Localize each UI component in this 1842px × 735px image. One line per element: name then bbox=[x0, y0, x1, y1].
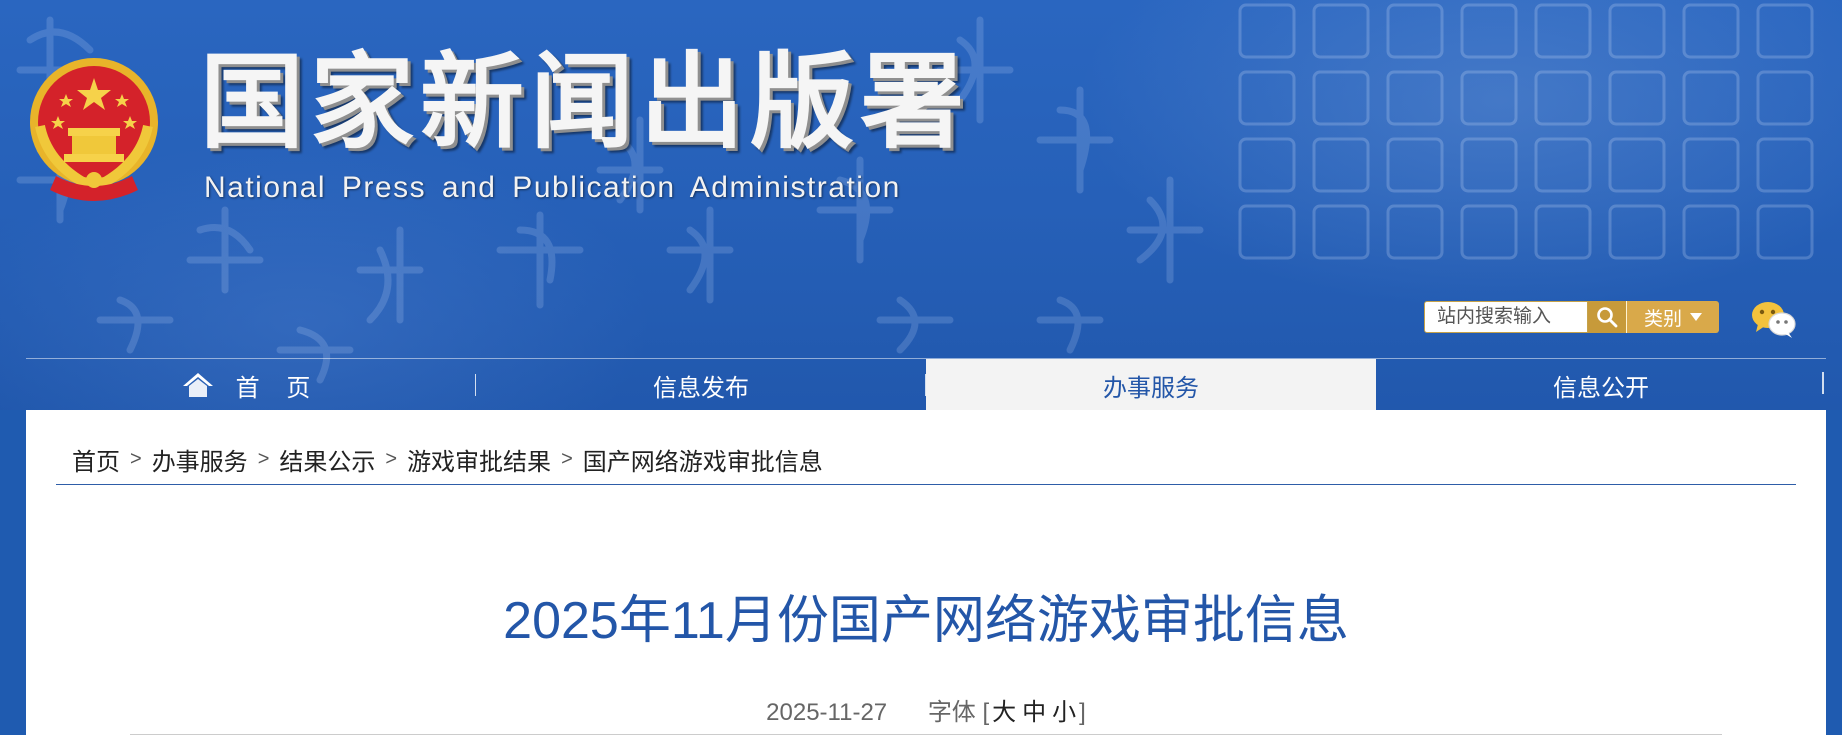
breadcrumb: 首页 > 办事服务 > 结果公示 > 游戏审批结果 > 国产网络游戏审批信息 bbox=[72, 442, 823, 477]
main-content: 首页 > 办事服务 > 结果公示 > 游戏审批结果 > 国产网络游戏审批信息 2… bbox=[26, 410, 1826, 735]
national-emblem-icon[interactable] bbox=[26, 56, 162, 202]
breadcrumb-separator: > bbox=[385, 448, 398, 470]
breadcrumb-home[interactable]: 首页 bbox=[72, 442, 120, 477]
category-dropdown[interactable]: 类别 bbox=[1626, 301, 1719, 333]
chevron-down-icon bbox=[1690, 313, 1702, 321]
breadcrumb-services[interactable]: 办事服务 bbox=[152, 442, 248, 477]
font-size-small-button[interactable]: 小 bbox=[1049, 699, 1079, 726]
breadcrumb-separator: > bbox=[257, 448, 270, 470]
nav-item-label: 首 页 bbox=[235, 374, 321, 402]
nav-item-home[interactable]: 首 页 bbox=[26, 359, 476, 411]
nav-item-info-release[interactable]: 信息发布 bbox=[476, 359, 926, 411]
publish-date: 2025-11-27 bbox=[766, 699, 888, 726]
breadcrumb-separator: > bbox=[561, 448, 573, 470]
article-meta: 2025-11-27 字体 [大中小] bbox=[26, 692, 1826, 727]
nav-divider bbox=[1822, 372, 1824, 394]
nav-item-label: 办事服务 bbox=[1103, 374, 1199, 402]
search-icon bbox=[1597, 307, 1618, 328]
breadcrumb-game-approval[interactable]: 游戏审批结果 bbox=[407, 442, 551, 477]
font-size-label: 字体 bbox=[927, 699, 976, 726]
article-title: 2025年11月份国产网络游戏审批信息 bbox=[503, 592, 1349, 650]
font-size-medium-button[interactable]: 中 bbox=[1019, 699, 1049, 726]
nav-item-label: 信息发布 bbox=[653, 374, 749, 402]
main-nav: 首 页 信息发布 办事服务 信息公开 bbox=[26, 358, 1826, 411]
nav-item-label: 信息公开 bbox=[1553, 374, 1649, 402]
font-bracket-close: ] bbox=[1079, 699, 1086, 726]
breadcrumb-results[interactable]: 结果公示 bbox=[279, 442, 375, 477]
search-input[interactable] bbox=[1424, 301, 1588, 333]
nav-item-public-info[interactable]: 信息公开 bbox=[1376, 359, 1826, 411]
nav-item-services[interactable]: 办事服务 bbox=[926, 359, 1376, 411]
site-header: 国家新闻出版署 National Press and Publication A… bbox=[0, 0, 1842, 410]
site-subtitle: National Press and Publication Administr… bbox=[204, 171, 901, 204]
wechat-icon[interactable] bbox=[1750, 298, 1798, 340]
breadcrumb-divider bbox=[56, 484, 1796, 485]
home-icon bbox=[182, 373, 213, 397]
font-size-large-button[interactable]: 大 bbox=[989, 699, 1019, 726]
breadcrumb-separator: > bbox=[130, 448, 142, 470]
category-label: 类别 bbox=[1643, 308, 1682, 330]
site-title[interactable]: 国家新闻出版署 bbox=[200, 40, 970, 165]
search-button[interactable] bbox=[1588, 301, 1626, 333]
breadcrumb-domestic-games[interactable]: 国产网络游戏审批信息 bbox=[583, 442, 823, 477]
seal-tiles-background bbox=[1238, 3, 1814, 260]
